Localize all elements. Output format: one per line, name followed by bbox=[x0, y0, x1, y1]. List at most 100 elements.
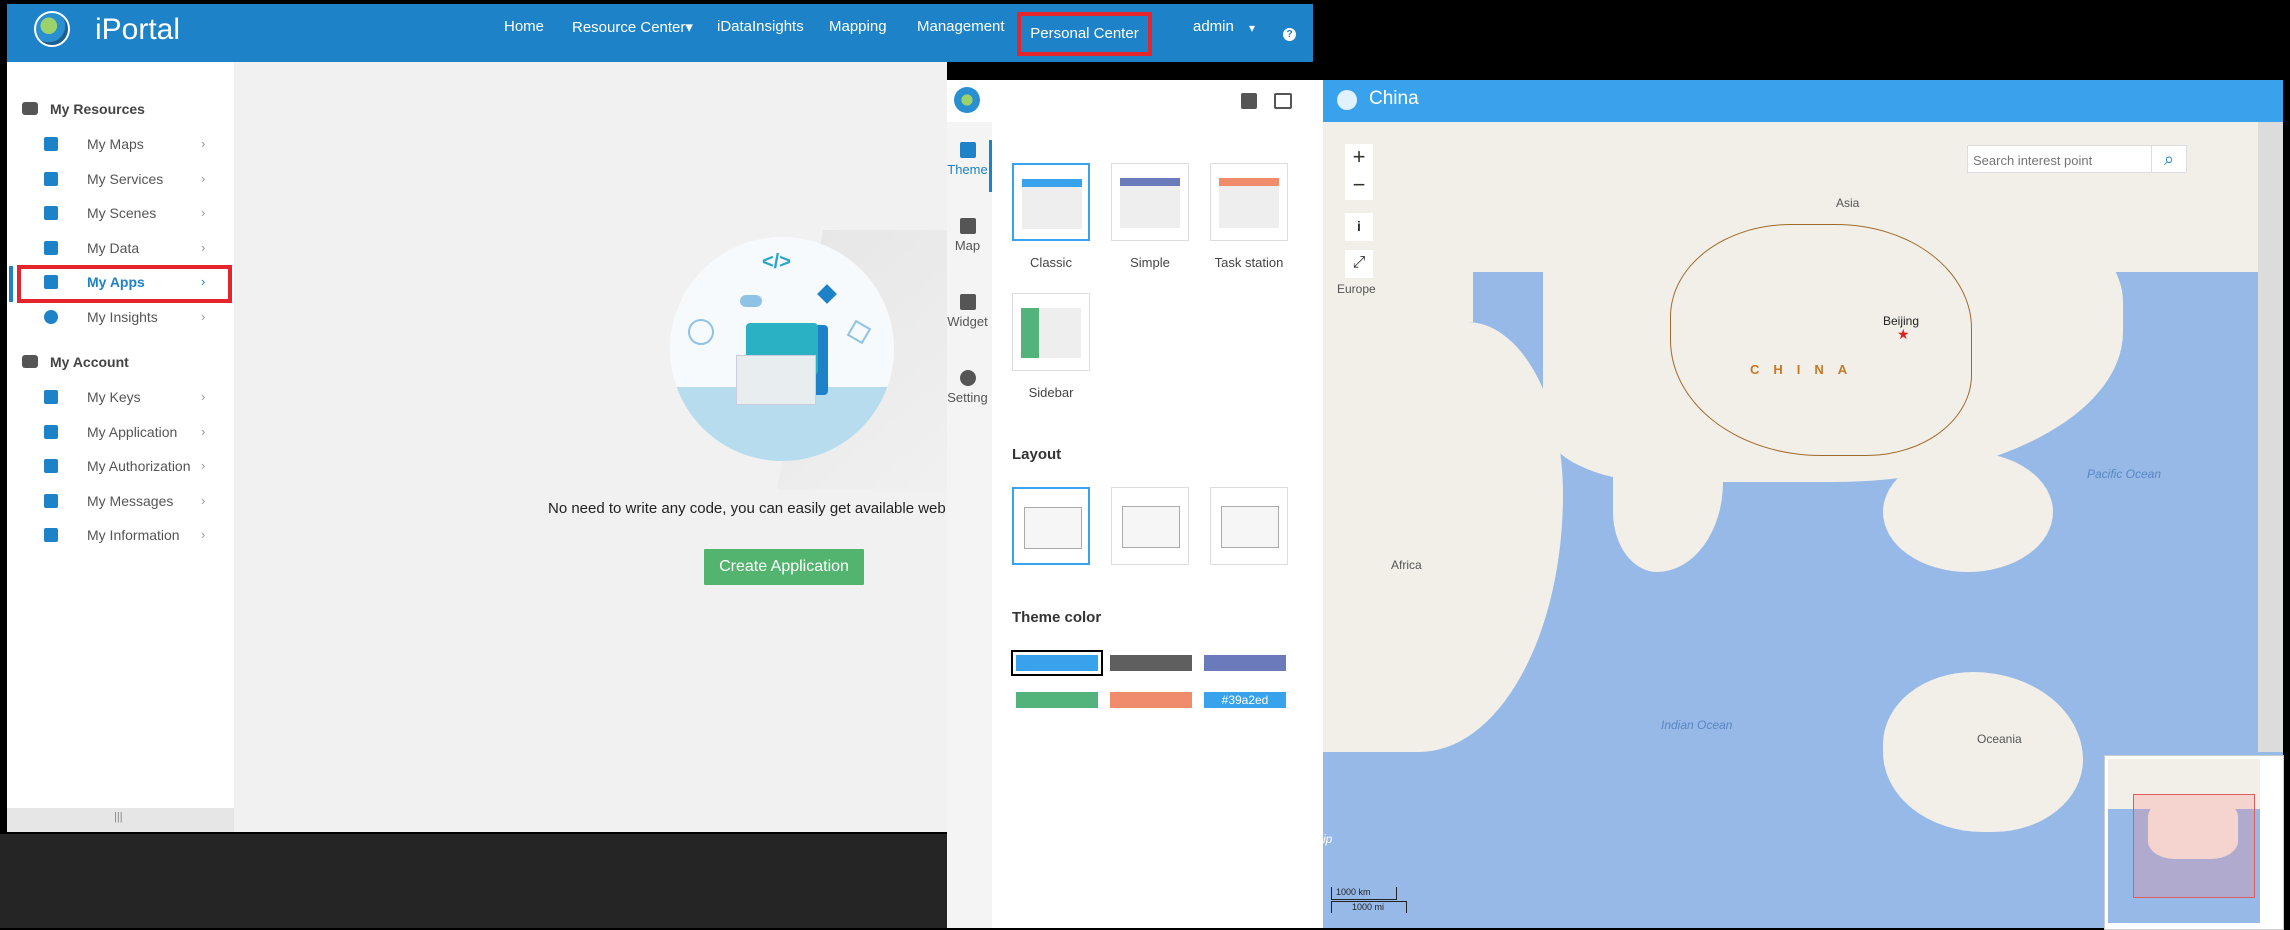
theme-color-section-title: Theme color bbox=[1012, 609, 1102, 626]
map-header bbox=[1323, 80, 2283, 122]
land-australia bbox=[1883, 672, 2083, 832]
color-swatch-green[interactable] bbox=[1016, 692, 1098, 708]
beijing-label: Beijing bbox=[1883, 314, 1920, 328]
sidebar-item-my-authorization[interactable]: My Authorization bbox=[87, 458, 191, 474]
tab-map-label: Map bbox=[954, 238, 981, 253]
sidebar-item-my-information[interactable]: My Information bbox=[87, 527, 180, 543]
theme-simple-thumbnail[interactable] bbox=[1111, 163, 1189, 241]
user-menu[interactable]: admin bbox=[1193, 18, 1234, 35]
fullscreen-icon[interactable]: ⤢ bbox=[1345, 250, 1373, 278]
land-southeast-asia bbox=[1883, 452, 2053, 572]
theme-icon bbox=[959, 142, 976, 158]
cloud-icon bbox=[740, 295, 762, 307]
nav-home[interactable]: Home bbox=[504, 18, 544, 35]
tab-theme-label: Theme bbox=[947, 162, 988, 177]
theme-task-station-thumbnail[interactable] bbox=[1210, 163, 1288, 241]
nav-mapping[interactable]: Mapping bbox=[829, 18, 887, 35]
tab-theme[interactable]: Theme bbox=[945, 142, 990, 177]
brand-name[interactable]: iPortal bbox=[95, 13, 180, 47]
color-swatch-blue[interactable] bbox=[1016, 655, 1098, 671]
globe-logo-icon[interactable] bbox=[34, 11, 70, 47]
scene-icon bbox=[44, 206, 58, 220]
china-label: CHINA bbox=[1750, 362, 1862, 377]
sidebar-item-my-data[interactable]: My Data bbox=[87, 240, 139, 256]
chevron-right-icon: › bbox=[201, 493, 206, 508]
information-icon bbox=[44, 528, 58, 542]
color-swatch-indigo[interactable] bbox=[1204, 655, 1286, 671]
create-application-button[interactable]: Create Application bbox=[704, 549, 864, 585]
search-icon[interactable]: ⌕ bbox=[2151, 146, 2186, 172]
preview-icon[interactable] bbox=[1274, 93, 1292, 109]
theme-classic-thumbnail[interactable] bbox=[1012, 163, 1090, 241]
color-swatch-coral[interactable] bbox=[1110, 692, 1192, 708]
nav-management[interactable]: Management bbox=[917, 18, 1005, 35]
land-india bbox=[1613, 422, 1723, 572]
save-icon[interactable] bbox=[1241, 93, 1257, 109]
database-icon bbox=[44, 241, 58, 255]
layers-icon bbox=[817, 284, 837, 304]
chevron-right-icon: › bbox=[201, 171, 206, 186]
map-scrollbar[interactable] bbox=[2258, 122, 2283, 752]
overview-viewport-rect[interactable] bbox=[2133, 794, 2255, 898]
thumbnail-bar bbox=[1021, 308, 1039, 358]
tab-setting[interactable]: Setting bbox=[945, 370, 990, 405]
chevron-right-icon: › bbox=[201, 527, 206, 542]
layout-preview bbox=[1221, 506, 1279, 548]
tab-map[interactable]: Map bbox=[945, 218, 990, 253]
sidebar-item-my-maps[interactable]: My Maps bbox=[87, 136, 144, 152]
custom-color-input[interactable]: #39a2ed bbox=[1204, 692, 1286, 708]
asia-label: Asia bbox=[1836, 196, 1860, 210]
user-group-icon bbox=[22, 102, 38, 115]
authorization-icon bbox=[44, 459, 58, 473]
nav-idatainsights[interactable]: iDataInsights bbox=[717, 18, 804, 35]
user-caret-icon[interactable]: ▾ bbox=[1249, 21, 1255, 35]
tab-widget[interactable]: Widget bbox=[945, 294, 990, 329]
sidebar-item-my-application[interactable]: My Application bbox=[87, 424, 177, 440]
designer-header bbox=[947, 80, 1323, 123]
chevron-right-icon: › bbox=[201, 389, 206, 404]
color-swatch-dark-gray[interactable] bbox=[1110, 655, 1192, 671]
sidebar-item-my-services[interactable]: My Services bbox=[87, 171, 163, 187]
chevron-right-icon: › bbox=[201, 309, 206, 324]
nav-resource-center[interactable]: Resource Center▾ bbox=[572, 18, 693, 36]
help-icon[interactable]: ? bbox=[1283, 28, 1296, 41]
pacific-ocean-label: Pacific Ocean bbox=[2087, 467, 2162, 481]
puzzle-icon bbox=[959, 294, 976, 310]
key-icon bbox=[44, 390, 58, 404]
map-search-box[interactable]: ⌕ bbox=[1967, 145, 2187, 174]
sidebar-item-my-messages[interactable]: My Messages bbox=[87, 493, 173, 509]
sidebar-resize-handle[interactable]: ||| bbox=[114, 811, 123, 823]
chevron-right-icon: › bbox=[201, 424, 206, 439]
nav-personal-center-highlight[interactable]: Personal Center bbox=[1017, 12, 1152, 56]
message-icon bbox=[44, 494, 58, 508]
cube-icon bbox=[44, 275, 58, 289]
id-card-icon bbox=[22, 355, 38, 368]
search-input[interactable] bbox=[1968, 146, 2155, 174]
layout-option-1[interactable] bbox=[1012, 487, 1090, 565]
sidebar-item-my-insights[interactable]: My Insights bbox=[87, 309, 158, 325]
info-icon[interactable]: i bbox=[1345, 213, 1373, 241]
layout-preview bbox=[1024, 507, 1082, 549]
beijing-marker-icon[interactable]: ★ bbox=[1897, 326, 1910, 343]
thumbnail-bar bbox=[1219, 178, 1279, 186]
nav-personal-center[interactable]: Personal Center bbox=[1021, 16, 1148, 52]
land-africa bbox=[1323, 322, 1563, 752]
theme-sidebar-thumbnail[interactable] bbox=[1012, 293, 1090, 371]
zoom-in-button[interactable]: + bbox=[1345, 144, 1373, 172]
sidebar-item-my-scenes[interactable]: My Scenes bbox=[87, 205, 156, 221]
layout-option-3[interactable] bbox=[1210, 487, 1288, 565]
indian-ocean-label: Indian Ocean bbox=[1661, 718, 1733, 732]
sidebar-item-my-keys[interactable]: My Keys bbox=[87, 389, 141, 405]
chevron-right-icon: › bbox=[201, 205, 206, 220]
sidebar-item-my-apps[interactable]: My Apps bbox=[87, 274, 145, 290]
zoom-out-button[interactable]: − bbox=[1345, 172, 1373, 200]
layout-option-2[interactable] bbox=[1111, 487, 1189, 565]
tab-widget-label: Widget bbox=[947, 314, 988, 329]
china-border bbox=[1670, 224, 1972, 456]
thumbnail-bar bbox=[1120, 178, 1180, 186]
user-icon bbox=[688, 319, 714, 345]
map-scale-bar: 1000 km 1000 mi bbox=[1331, 887, 1409, 917]
europe-label: Europe bbox=[1337, 282, 1376, 296]
illustration-box bbox=[736, 355, 816, 405]
chevron-right-icon: › bbox=[201, 240, 206, 255]
